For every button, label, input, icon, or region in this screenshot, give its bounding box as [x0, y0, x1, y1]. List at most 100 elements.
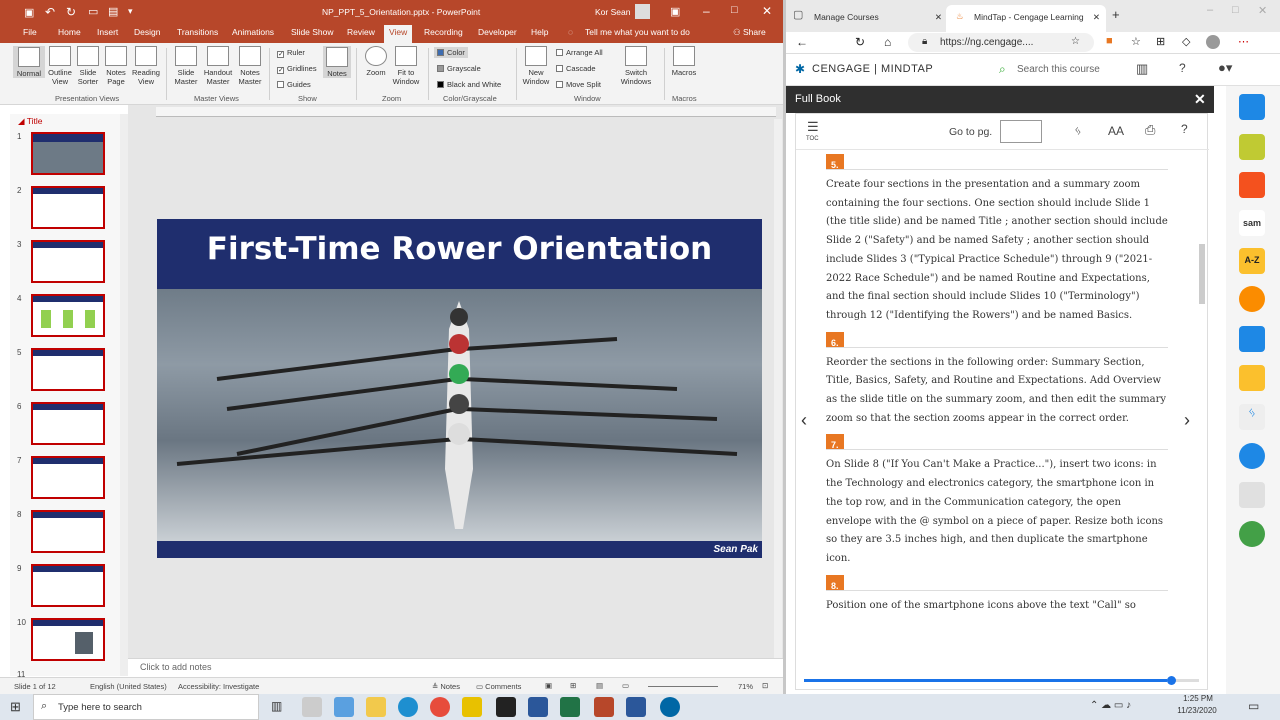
slide-canvas[interactable]: First-Time Rower Orientation Sean Pak	[157, 219, 762, 558]
redo-icon[interactable]: ↻	[66, 5, 76, 19]
clock-date[interactable]: 11/23/2020	[1172, 706, 1222, 715]
tab-slide-show[interactable]: Slide Show	[291, 27, 334, 37]
tab-recording[interactable]: Recording	[424, 27, 463, 37]
close-icon[interactable]: ✕	[1093, 12, 1100, 23]
color-button[interactable]: Color	[434, 47, 468, 58]
home-icon[interactable]: ⌂	[884, 35, 891, 49]
tab-home[interactable]: Home	[58, 27, 81, 37]
tab-developer[interactable]: Developer	[478, 27, 517, 37]
chrome-icon[interactable]	[430, 697, 450, 717]
rss-icon[interactable]	[1239, 172, 1265, 198]
slide-master-button[interactable]: Slide Master	[172, 46, 200, 86]
accessibility-status[interactable]: Accessibility: Investigate	[178, 682, 259, 691]
cascade-button[interactable]: Cascade	[556, 64, 596, 73]
maximize-icon[interactable]: □	[731, 4, 738, 16]
zoom-button[interactable]: Zoom	[362, 46, 390, 77]
slide-author[interactable]: Sean Pak	[714, 544, 758, 555]
slide-thumb-5[interactable]	[31, 348, 105, 391]
book-icon[interactable]	[1239, 326, 1265, 352]
taskbar-search-box[interactable]: ⌕ Type here to search	[33, 694, 259, 720]
app-icon[interactable]	[626, 697, 646, 717]
edge-icon[interactable]	[398, 697, 418, 717]
customize-qat-icon[interactable]: ▾	[128, 6, 133, 17]
brand-name[interactable]: CENGAGE | MINDTAP	[812, 63, 933, 75]
excel-icon[interactable]	[560, 697, 580, 717]
fit-window-button[interactable]: Fit to Window	[390, 46, 422, 86]
font-size-button[interactable]: AA	[1108, 124, 1124, 138]
sticky-notes-icon[interactable]	[462, 697, 482, 717]
tab-transitions[interactable]: Transitions	[177, 27, 218, 37]
normal-view-button[interactable]: Normal	[13, 46, 45, 78]
slide-thumb-9[interactable]	[31, 564, 105, 607]
arrange-all-button[interactable]: Arrange All	[556, 48, 603, 57]
save-icon[interactable]: ▣	[24, 6, 34, 19]
tell-me-search[interactable]: Tell me what you want to do	[585, 27, 690, 37]
next-page-icon[interactable]: ›	[1184, 410, 1190, 431]
minimize-icon[interactable]: –	[1207, 4, 1213, 16]
slide-thumb-2[interactable]	[31, 186, 105, 229]
sorter-view-icon[interactable]: ⊞	[570, 681, 576, 690]
slide-thumbnails-pane[interactable]: ◢ Title 1 2 3 4 5 6 7 8 9 10 11	[10, 114, 128, 679]
slide-thumb-4[interactable]	[31, 294, 105, 337]
share-button[interactable]: ⚇ Share	[733, 27, 766, 38]
language[interactable]: English (United States)	[90, 682, 167, 691]
slide-thumb-6[interactable]	[31, 402, 105, 445]
file-explorer-icon[interactable]	[366, 697, 386, 717]
content-scrollbar[interactable]	[1199, 154, 1205, 684]
handout-master-button[interactable]: Handout Master	[200, 46, 236, 86]
user-name[interactable]: Kor Sean	[595, 7, 630, 17]
help-icon[interactable]: ?	[1181, 122, 1188, 136]
close-panel-icon[interactable]: ✕	[1194, 91, 1206, 108]
profile-avatar[interactable]	[1206, 35, 1220, 49]
windows-start-icon[interactable]: ⊞	[10, 699, 21, 715]
tab-review[interactable]: Review	[347, 27, 375, 37]
outline-view-button[interactable]: Outline View	[44, 46, 76, 86]
section-title[interactable]: ◢ Title	[18, 116, 43, 127]
close-window-icon[interactable]: ✕	[1258, 4, 1267, 17]
ruler-checkbox[interactable]: ✓ Ruler	[277, 48, 305, 58]
extension-icon[interactable]: ■	[1106, 35, 1113, 47]
normal-view-icon[interactable]: ▣	[545, 681, 552, 690]
print-icon[interactable]: ⎙	[1145, 122, 1155, 138]
notifications-icon[interactable]: ▭	[1248, 699, 1259, 713]
slide-thumb-3[interactable]	[31, 240, 105, 283]
notes-master-button[interactable]: Notes Master	[236, 46, 264, 86]
account-icon[interactable]	[1239, 521, 1265, 547]
notes-page-button[interactable]: Notes Page	[102, 46, 130, 86]
slide-thumb-8[interactable]	[31, 510, 105, 553]
cnow-icon[interactable]	[1239, 443, 1265, 469]
taskbar-app-icon[interactable]	[302, 697, 322, 717]
star-icon[interactable]: ☆	[1071, 36, 1080, 47]
new-tab-icon[interactable]: +	[1112, 7, 1120, 22]
slide-title[interactable]: First-Time Rower Orientation	[157, 231, 762, 267]
briefcase-icon[interactable]	[1239, 94, 1265, 120]
notes-app-icon[interactable]	[1239, 365, 1265, 391]
zoom-slider[interactable]	[648, 686, 718, 687]
toc-icon[interactable]: ☰	[807, 119, 819, 135]
notes-pane[interactable]: Click to add notes	[128, 658, 783, 676]
slide-thumb-7[interactable]	[31, 456, 105, 499]
scroll-thumb[interactable]	[1199, 244, 1205, 304]
thumbs-scrollbar[interactable]	[120, 114, 128, 676]
avatar[interactable]	[635, 4, 650, 19]
fit-slide-icon[interactable]: ⊡	[762, 681, 768, 690]
highlighter-icon[interactable]	[1239, 134, 1265, 160]
slide-sorter-button[interactable]: Slide Sorter	[74, 46, 102, 86]
tab-manage-courses[interactable]: Manage Courses ✕	[786, 5, 946, 32]
refresh-icon[interactable]: ↻	[855, 35, 865, 49]
extensions-icon[interactable]: ◇	[1182, 35, 1190, 48]
page-number-input[interactable]	[1000, 120, 1042, 143]
powerpoint-icon[interactable]	[594, 697, 614, 717]
tray-icons[interactable]: ⌃ ☁ ▭ ♪	[1090, 700, 1131, 711]
sam-icon[interactable]: sam	[1239, 210, 1265, 236]
task-view-icon[interactable]: ▥	[271, 699, 282, 713]
zoom-level[interactable]: 71%	[738, 682, 753, 691]
undo-icon[interactable]: ↶	[45, 5, 55, 19]
progress-handle[interactable]	[1167, 676, 1177, 685]
maximize-icon[interactable]: □	[1232, 4, 1239, 16]
speech-icon[interactable]: ᛃ	[1239, 404, 1265, 430]
move-split-button[interactable]: Move Split	[556, 80, 601, 89]
reading-view-icon[interactable]: ▤	[596, 681, 603, 690]
slide-thumb-1[interactable]	[31, 132, 105, 175]
new-window-button[interactable]: New Window	[520, 46, 552, 86]
